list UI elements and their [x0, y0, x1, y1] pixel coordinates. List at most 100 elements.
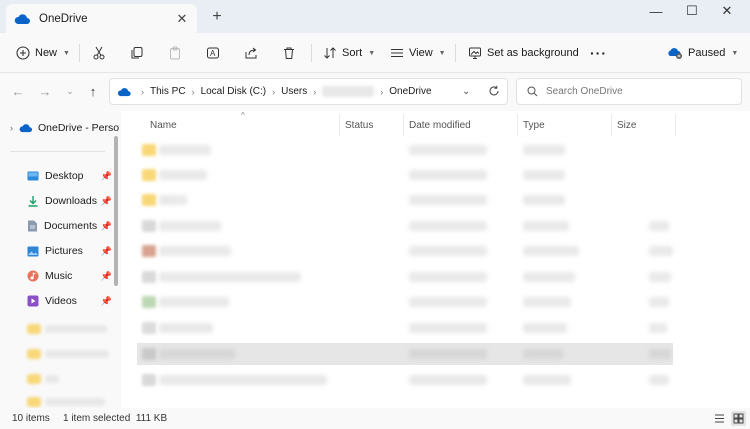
table-row[interactable]	[137, 291, 673, 313]
chevron-right-icon: ›	[191, 86, 195, 97]
chevron-down-icon: ▼	[438, 49, 446, 57]
table-row[interactable]	[137, 317, 673, 339]
address-bar[interactable]: › This PC › Local Disk (C:) › Users › › …	[109, 78, 508, 105]
plus-circle-icon	[16, 46, 30, 60]
sidebar-item-redacted[interactable]	[27, 394, 112, 408]
column-type[interactable]: Type	[523, 115, 545, 135]
tab-close-icon[interactable]: ✕	[171, 11, 193, 27]
tab-title: OneDrive	[39, 12, 88, 25]
sidebar-item-redacted[interactable]	[27, 371, 112, 387]
chevron-right-icon: ›	[10, 123, 13, 133]
paste-button[interactable]	[168, 40, 182, 66]
command-bar: New ▼ A Sort ▼ View ▼ Set as background …	[0, 33, 750, 73]
chevron-right-icon: ›	[141, 86, 144, 97]
close-window-button[interactable]: ✕	[704, 0, 750, 22]
folder-icon	[142, 194, 156, 206]
column-name[interactable]: Name	[150, 115, 177, 135]
delete-button[interactable]	[282, 40, 296, 66]
column-date-modified[interactable]: Date modified	[409, 115, 471, 135]
sort-ascending-icon: ^	[241, 111, 245, 120]
divider	[10, 151, 105, 152]
sidebar-item-documents[interactable]: Documents 📌	[27, 216, 112, 236]
nav-scrollbar[interactable]	[114, 136, 118, 286]
file-icon	[142, 296, 156, 308]
onedrive-cloud-icon	[19, 124, 32, 133]
share-button[interactable]	[244, 40, 258, 66]
breadcrumb-local-disk[interactable]: Local Disk (C:)	[201, 86, 267, 97]
table-row[interactable]	[137, 139, 673, 161]
more-options-button[interactable]: ···	[590, 40, 607, 66]
refresh-icon[interactable]	[488, 85, 500, 97]
column-divider[interactable]	[517, 114, 518, 136]
sidebar-item-redacted[interactable]	[27, 346, 112, 362]
tiles-view-button[interactable]	[731, 411, 746, 426]
column-divider[interactable]	[611, 114, 612, 136]
divider	[455, 44, 456, 62]
sidebar-item-label: Pictures	[45, 245, 83, 257]
sort-button[interactable]: Sort ▼	[323, 40, 375, 66]
pin-icon: 📌	[100, 195, 112, 206]
breadcrumb-user-redacted[interactable]	[322, 86, 375, 97]
view-label: View	[409, 47, 433, 59]
pictures-icon	[27, 246, 39, 256]
file-icon	[142, 322, 156, 334]
chevron-down-icon: ▼	[368, 49, 376, 57]
back-arrow-icon[interactable]: ←	[9, 82, 27, 100]
table-row[interactable]	[137, 215, 673, 237]
sidebar-item-label: Desktop	[45, 170, 84, 182]
table-row[interactable]	[137, 164, 673, 186]
nav-onedrive-root[interactable]: › OneDrive - Perso	[10, 119, 119, 137]
new-button[interactable]: New ▼	[16, 40, 70, 66]
file-icon	[142, 348, 156, 360]
file-icon	[142, 374, 156, 386]
folder-icon	[142, 169, 156, 181]
sidebar-item-downloads[interactable]: Downloads 📌	[27, 191, 112, 211]
rename-icon: A	[207, 47, 219, 59]
sync-status-button[interactable]: Paused ▼	[667, 40, 738, 66]
details-view-button[interactable]	[712, 411, 727, 426]
table-row[interactable]	[137, 369, 673, 391]
copy-icon	[131, 47, 143, 59]
cut-button[interactable]	[92, 40, 106, 66]
forward-arrow-icon[interactable]: →	[36, 82, 54, 100]
search-input[interactable]: Search OneDrive	[516, 78, 742, 105]
address-row: ← → ⌄ ↑ › This PC › Local Disk (C:) › Us…	[0, 73, 750, 111]
table-row[interactable]	[137, 189, 673, 211]
breadcrumb-onedrive[interactable]: OneDrive	[389, 86, 431, 97]
sidebar-item-redacted[interactable]	[27, 321, 112, 337]
pin-icon: 📌	[100, 295, 112, 306]
column-size[interactable]: Size	[617, 115, 636, 135]
sidebar-item-desktop[interactable]: Desktop 📌	[27, 166, 112, 186]
music-icon	[27, 270, 39, 282]
breadcrumb-this-pc[interactable]: This PC	[150, 86, 186, 97]
chevron-right-icon: ›	[272, 86, 276, 97]
onedrive-cloud-icon	[14, 13, 30, 24]
file-icon	[142, 220, 156, 232]
divider	[311, 44, 312, 62]
address-dropdown-chevron-icon[interactable]: ⌄	[462, 86, 470, 97]
sidebar-item-pictures[interactable]: Pictures 📌	[27, 241, 112, 261]
table-row-selected[interactable]	[137, 343, 673, 365]
recent-locations-chevron-icon[interactable]: ⌄	[61, 82, 79, 100]
column-divider[interactable]	[675, 114, 676, 136]
view-button[interactable]: View ▼	[390, 40, 446, 66]
table-row[interactable]	[137, 240, 673, 262]
set-as-background-button[interactable]: Set as background	[468, 40, 579, 66]
column-status[interactable]: Status	[345, 115, 373, 135]
tab-onedrive[interactable]: OneDrive ✕	[6, 4, 197, 33]
up-arrow-icon[interactable]: ↑	[84, 82, 102, 100]
videos-icon	[27, 295, 39, 307]
sidebar-item-videos[interactable]: Videos 📌	[27, 291, 112, 311]
sidebar-item-music[interactable]: Music 📌	[27, 266, 112, 286]
column-divider[interactable]	[403, 114, 404, 136]
search-icon	[527, 86, 538, 97]
new-tab-button[interactable]: +	[206, 7, 228, 27]
breadcrumb-users[interactable]: Users	[281, 86, 307, 97]
column-divider[interactable]	[339, 114, 340, 136]
folder-icon	[142, 144, 156, 156]
rename-button[interactable]: A	[206, 40, 220, 66]
copy-button[interactable]	[130, 40, 144, 66]
pin-icon: 📌	[100, 220, 112, 231]
table-row[interactable]	[137, 266, 673, 288]
scissors-icon	[93, 46, 105, 60]
